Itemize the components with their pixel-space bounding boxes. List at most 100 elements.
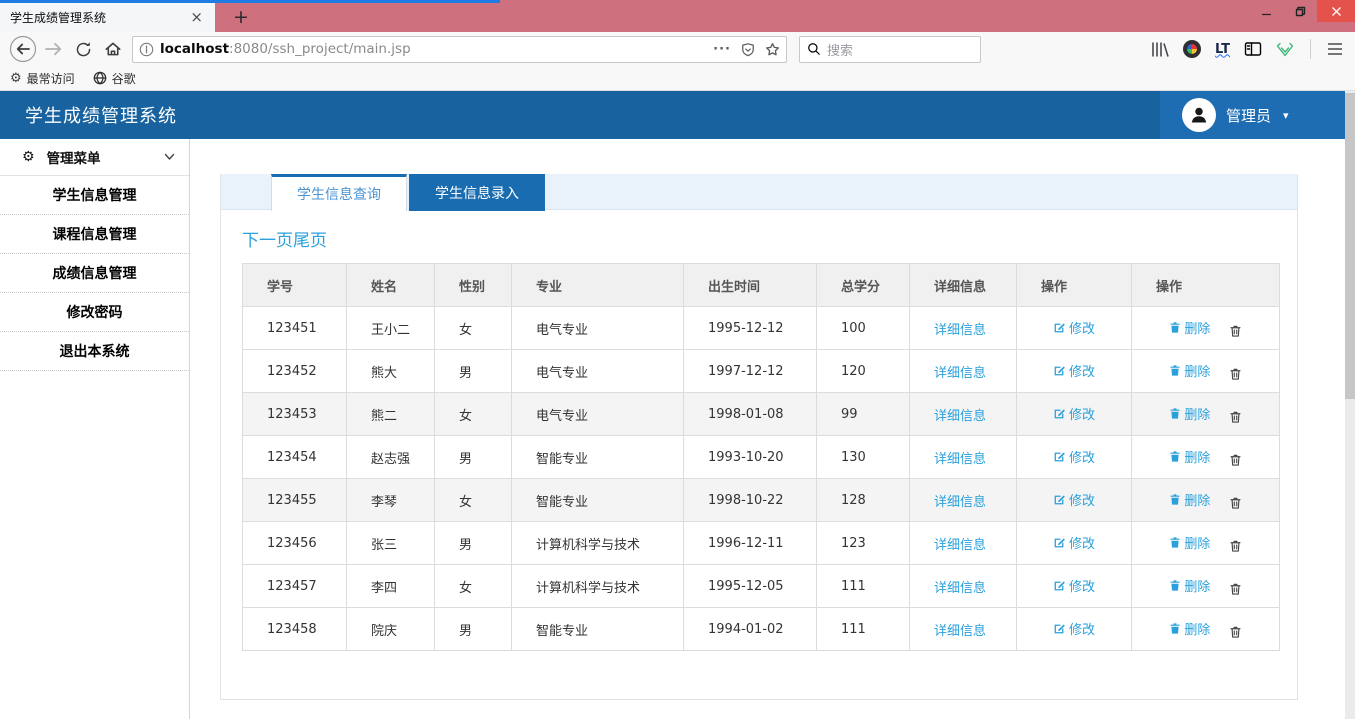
sidebar-item-label: 成绩信息管理 <box>53 263 137 283</box>
table-row: 123453 熊二 女 电气专业 1998-01-08 99 详细信息 <box>243 393 1280 436</box>
detail-link[interactable]: 详细信息 <box>934 534 986 553</box>
detail-link[interactable]: 详细信息 <box>934 620 986 639</box>
sidebar-item[interactable]: 课程信息管理 <box>0 215 189 254</box>
wappalyzer-extension-icon[interactable] <box>1276 41 1294 58</box>
bookmark-frequent[interactable]: ⚙ 最常访问 <box>10 70 75 87</box>
url-path: :8080/ssh_project/main.jsp <box>229 41 411 57</box>
back-button[interactable] <box>8 34 38 64</box>
cell-gender: 女 <box>435 307 512 350</box>
bookmark-star-icon[interactable] <box>765 42 780 57</box>
cell-birthdate: 1998-01-08 <box>684 393 817 436</box>
delete-link[interactable]: 删除 <box>1169 576 1210 595</box>
home-button[interactable] <box>98 34 128 64</box>
tab-close-icon[interactable]: × <box>186 8 207 27</box>
new-tab-button[interactable]: + <box>228 4 254 30</box>
trash-icon[interactable] <box>1229 496 1242 510</box>
page-actions-icon[interactable]: ··· <box>713 42 731 57</box>
trash-icon[interactable] <box>1229 324 1242 338</box>
trash-icon[interactable] <box>1229 410 1242 424</box>
cell-student-id: 123456 <box>243 522 347 565</box>
cell-name: 院庆 <box>347 608 435 651</box>
cell-credits: 99 <box>817 393 910 436</box>
sidebars-icon[interactable] <box>1244 41 1262 57</box>
edit-link[interactable]: 修改 <box>1053 619 1095 638</box>
sidebar-item-label: 修改密码 <box>67 302 123 322</box>
delete-link[interactable]: 删除 <box>1169 490 1210 509</box>
screenshot-extension-icon[interactable] <box>1183 40 1201 58</box>
delete-link[interactable]: 删除 <box>1169 361 1210 380</box>
detail-link[interactable]: 详细信息 <box>934 319 986 338</box>
minimize-button[interactable] <box>1249 0 1283 22</box>
library-icon[interactable] <box>1151 41 1169 58</box>
trash-icon <box>1169 579 1181 592</box>
languagetool-extension-icon[interactable]: LT <box>1215 42 1230 57</box>
column-header: 性别 <box>435 264 512 307</box>
detail-link[interactable]: 详细信息 <box>934 577 986 596</box>
menu-hamburger-icon[interactable] <box>1327 42 1343 56</box>
user-menu[interactable]: 管理员 ▾ <box>1160 91 1345 139</box>
column-header: 学号 <box>243 264 347 307</box>
sidebar-menu-header[interactable]: ⚙ 管理菜单 <box>0 139 189 176</box>
reload-button[interactable] <box>68 34 98 64</box>
edit-link[interactable]: 修改 <box>1053 318 1095 337</box>
cell-gender: 男 <box>435 608 512 651</box>
cell-gender: 女 <box>435 565 512 608</box>
bookmark-label: 谷歌 <box>112 70 136 87</box>
bookmark-google[interactable]: 谷歌 <box>93 70 136 87</box>
delete-link[interactable]: 删除 <box>1169 447 1210 466</box>
detail-link[interactable]: 详细信息 <box>934 405 986 424</box>
trash-icon[interactable] <box>1229 539 1242 553</box>
browser-titlebar: 学生成绩管理系统 × + <box>0 0 1355 32</box>
search-placeholder: 搜索 <box>827 40 853 59</box>
sidebar-item[interactable]: 退出本系统 <box>0 332 189 371</box>
restore-button[interactable] <box>1283 0 1317 22</box>
table-row: 123452 熊大 男 电气专业 1997-12-12 120 详细信息 <box>243 350 1280 393</box>
trash-icon[interactable] <box>1229 625 1242 639</box>
cell-birthdate: 1994-01-02 <box>684 608 817 651</box>
next-page-link[interactable]: 下一页 <box>242 231 293 251</box>
sidebar-item[interactable]: 修改密码 <box>0 293 189 332</box>
url-bar[interactable]: localhost:8080/ssh_project/main.jsp ··· <box>132 36 787 63</box>
page-scrollbar[interactable] <box>1345 91 1355 719</box>
delete-link[interactable]: 删除 <box>1169 619 1210 638</box>
detail-link[interactable]: 详细信息 <box>934 448 986 467</box>
edit-link[interactable]: 修改 <box>1053 361 1095 380</box>
edit-icon <box>1053 579 1066 592</box>
cell-name: 熊大 <box>347 350 435 393</box>
trash-icon[interactable] <box>1229 582 1242 596</box>
close-button[interactable] <box>1317 0 1355 22</box>
edit-link[interactable]: 修改 <box>1053 576 1095 595</box>
site-info-icon[interactable] <box>139 42 154 57</box>
search-box[interactable]: 搜索 <box>799 36 981 63</box>
delete-link[interactable]: 删除 <box>1169 533 1210 552</box>
detail-link[interactable]: 详细信息 <box>934 362 986 381</box>
edit-link[interactable]: 修改 <box>1053 447 1095 466</box>
tab-student-query[interactable]: 学生信息查询 <box>271 174 407 211</box>
edit-link[interactable]: 修改 <box>1053 533 1095 552</box>
detail-link[interactable]: 详细信息 <box>934 491 986 510</box>
table-row: 123455 李琴 女 智能专业 1998-10-22 128 详细信息 <box>243 479 1280 522</box>
trash-icon[interactable] <box>1229 453 1242 467</box>
sidebar-item[interactable]: 成绩信息管理 <box>0 254 189 293</box>
delete-link[interactable]: 删除 <box>1169 404 1210 423</box>
cell-major: 计算机科学与技术 <box>512 565 684 608</box>
edit-link[interactable]: 修改 <box>1053 404 1095 423</box>
column-header: 详细信息 <box>910 264 1017 307</box>
cell-credits: 128 <box>817 479 910 522</box>
cell-credits: 100 <box>817 307 910 350</box>
browser-tab[interactable]: 学生成绩管理系统 × <box>0 3 215 32</box>
tab-student-entry[interactable]: 学生信息录入 <box>409 174 545 211</box>
trash-icon[interactable] <box>1229 367 1242 381</box>
sidebar-item[interactable]: 学生信息管理 <box>0 176 189 215</box>
cell-major: 电气专业 <box>512 350 684 393</box>
scrollbar-thumb[interactable] <box>1345 93 1355 399</box>
caret-down-icon: ▾ <box>1283 109 1289 122</box>
forward-button[interactable] <box>38 34 68 64</box>
sidebar-item-label: 退出本系统 <box>60 341 130 361</box>
pocket-shield-icon[interactable] <box>741 42 755 57</box>
cell-gender: 女 <box>435 479 512 522</box>
edit-link[interactable]: 修改 <box>1053 490 1095 509</box>
delete-link[interactable]: 删除 <box>1169 318 1210 337</box>
cell-credits: 111 <box>817 565 910 608</box>
last-page-link[interactable]: 尾页 <box>293 231 327 251</box>
